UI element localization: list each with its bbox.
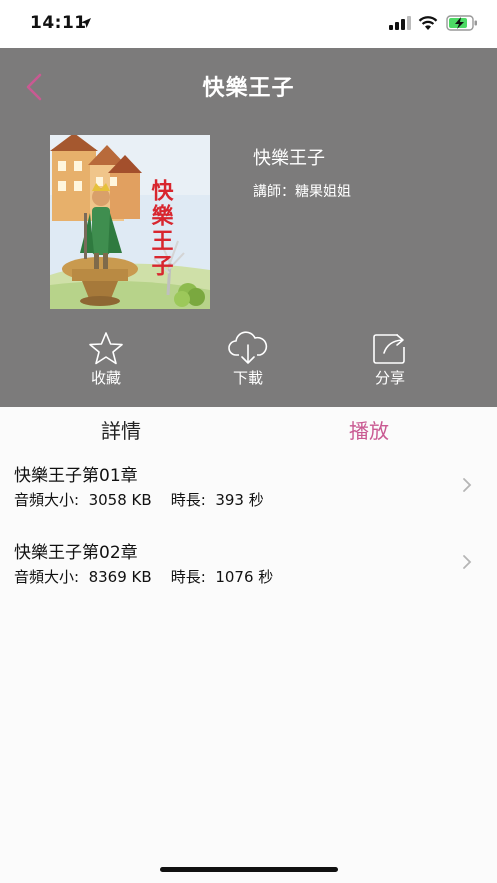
book-title: 快樂王子 bbox=[253, 148, 325, 169]
share-icon bbox=[373, 334, 405, 364]
book-cover-image: 快樂王子 bbox=[50, 135, 210, 309]
episode-name: 快樂王子第01章 bbox=[14, 466, 138, 486]
battery-charging-icon bbox=[446, 15, 477, 31]
list-item[interactable]: 快樂王子第01章 音頻大小: 3058 KB 時長: 393 秒 bbox=[0, 461, 497, 537]
page-title: 快樂王子 bbox=[202, 76, 295, 101]
tab-bar: 詳情 播放 bbox=[0, 407, 497, 451]
home-indicator[interactable] bbox=[160, 867, 338, 872]
status-time: 14:11 bbox=[30, 13, 87, 33]
chevron-right-icon bbox=[463, 555, 472, 569]
episode-meta: 音頻大小: 8369 KB 時長: 1076 秒 bbox=[14, 568, 274, 586]
location-arrow-icon bbox=[81, 18, 91, 28]
header-panel: 快樂王子 快樂王子 快樂王子 講師：糖果姐姐 收藏 下載 分享 bbox=[0, 48, 497, 407]
list-item[interactable]: 快樂王子第02章 音頻大小: 8369 KB 時長: 1076 秒 bbox=[0, 538, 497, 614]
episode-name: 快樂王子第02章 bbox=[14, 543, 138, 563]
favorite-button[interactable]: 收藏 bbox=[66, 331, 146, 388]
favorite-label: 收藏 bbox=[90, 369, 121, 387]
cloud-download-icon bbox=[228, 331, 268, 364]
wifi-icon bbox=[418, 16, 438, 30]
tab-details[interactable]: 詳情 bbox=[101, 415, 141, 444]
download-button[interactable]: 下載 bbox=[208, 331, 288, 388]
book-teacher: 講師：糖果姐姐 bbox=[253, 184, 351, 200]
star-icon bbox=[89, 332, 123, 365]
chevron-right-icon bbox=[463, 478, 472, 492]
download-label: 下載 bbox=[232, 369, 263, 387]
cellular-signal-icon bbox=[389, 16, 411, 30]
cover-title-text: 快樂王子 bbox=[148, 179, 174, 279]
tab-play[interactable]: 播放 bbox=[349, 415, 389, 444]
share-label: 分享 bbox=[374, 369, 405, 387]
status-bar: 14:11 bbox=[0, 0, 497, 48]
share-button[interactable]: 分享 bbox=[350, 331, 430, 388]
episode-meta: 音頻大小: 3058 KB 時長: 393 秒 bbox=[14, 491, 264, 509]
